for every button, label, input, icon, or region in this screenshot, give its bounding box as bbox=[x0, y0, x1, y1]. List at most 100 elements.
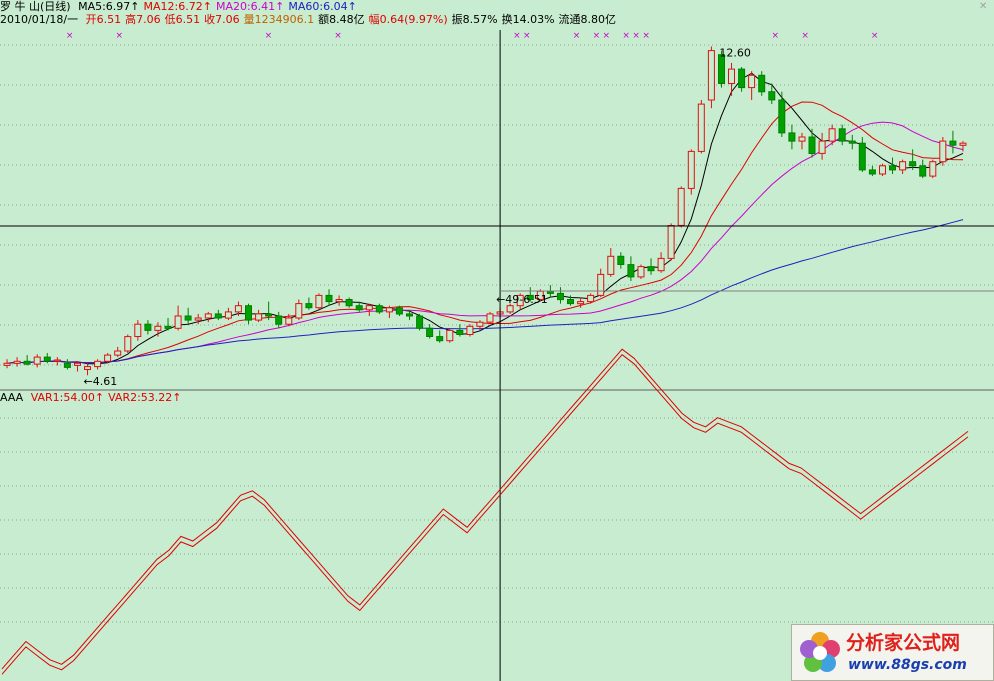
candle-down bbox=[546, 290, 554, 294]
indicator-name: AAA bbox=[0, 391, 24, 404]
candle-up bbox=[466, 325, 474, 335]
signal-marker: × bbox=[801, 31, 809, 41]
signal-marker: × bbox=[513, 31, 521, 41]
ma-line-ma5 bbox=[6, 72, 964, 365]
signal-marker: × bbox=[334, 31, 342, 41]
candle-down bbox=[265, 313, 273, 317]
candle-down bbox=[275, 315, 283, 325]
candle-up bbox=[104, 354, 112, 362]
candle-down bbox=[627, 264, 635, 278]
candle-down bbox=[567, 299, 574, 305]
candle-down bbox=[848, 140, 856, 144]
candle-up bbox=[899, 161, 907, 171]
candle-down bbox=[909, 161, 917, 167]
quote-label-2: 低6.51 bbox=[164, 13, 201, 26]
quote-header: 2010/01/18/一 开6.51 高7.06 低6.51 收7.06 量123490… bbox=[0, 13, 620, 26]
candle-up bbox=[74, 362, 81, 366]
candle-up bbox=[657, 257, 665, 272]
quote-values: 开6.51 高7.06 低6.51 收7.06 量1234906.1 额8.48亿 幅0.6… bbox=[86, 13, 620, 26]
candle-up bbox=[234, 305, 242, 313]
candle-down bbox=[245, 305, 252, 321]
candle-up bbox=[13, 360, 21, 364]
candle-down bbox=[889, 165, 896, 171]
quote-label-1: 高7.06 bbox=[125, 13, 161, 26]
candle-up bbox=[84, 366, 91, 371]
candle-down bbox=[43, 356, 51, 362]
candle-up bbox=[365, 305, 373, 311]
quote-label-5: 额8.48亿 bbox=[318, 13, 365, 26]
ma-legend: MA5:6.97↑ MA12:6.72↑ MA20:6.41↑ MA60:6.04↑ bbox=[78, 0, 361, 13]
candle-up bbox=[929, 161, 937, 177]
candle-up bbox=[124, 336, 132, 352]
candle-up bbox=[677, 187, 685, 226]
indicator-label-1: VAR2:53.22↑ bbox=[108, 391, 182, 404]
candle-up bbox=[697, 103, 705, 152]
candle-down bbox=[395, 307, 403, 315]
candle-up bbox=[255, 313, 263, 321]
ma-label-0: MA5:6.97↑ bbox=[78, 0, 140, 13]
quote-label-6: 幅0.64(9.97%) bbox=[368, 13, 448, 26]
watermark-title: 分析家公式网 bbox=[846, 632, 961, 654]
candle-down bbox=[949, 140, 957, 146]
candle-up bbox=[224, 311, 232, 319]
candle-down bbox=[919, 165, 927, 177]
candle-up bbox=[879, 165, 886, 175]
candle-up bbox=[476, 321, 484, 327]
quote-label-4: 量1234906.1 bbox=[243, 13, 315, 26]
quote-label-0: 开6.51 bbox=[85, 13, 122, 26]
candle-down bbox=[426, 327, 434, 337]
candle-up bbox=[385, 307, 393, 313]
candle-up bbox=[577, 301, 585, 305]
stock-name: 罗 牛 山(日线) bbox=[0, 0, 71, 13]
indicator-header: AAA VAR1:54.00↑ VAR2:53.22↑ bbox=[0, 391, 186, 404]
signal-marker: × bbox=[622, 31, 630, 41]
candle-up bbox=[194, 317, 202, 321]
candle-up bbox=[728, 68, 735, 84]
signal-marker: × bbox=[116, 31, 124, 41]
candle-down bbox=[305, 303, 313, 309]
candle-up bbox=[939, 140, 947, 163]
signal-marker: × bbox=[265, 31, 273, 41]
candle-up bbox=[335, 299, 343, 303]
indicator-values: VAR1:54.00↑ VAR2:53.22↑ bbox=[31, 391, 186, 404]
candle-up bbox=[798, 136, 806, 142]
signal-marker: × bbox=[66, 31, 74, 41]
ma-label-1: MA12:6.72↑ bbox=[143, 0, 212, 13]
candle-down bbox=[355, 305, 363, 311]
signal-marker: × bbox=[523, 31, 531, 41]
candle-up bbox=[174, 315, 182, 329]
candle-up bbox=[959, 142, 967, 146]
candle-down bbox=[557, 292, 564, 301]
candle-down bbox=[617, 255, 625, 265]
candle-up bbox=[446, 329, 454, 342]
quote-label-7: 振8.57% bbox=[451, 13, 498, 26]
candle-up bbox=[687, 150, 695, 189]
high-price-label: 12.60 bbox=[719, 47, 751, 60]
candle-down bbox=[436, 336, 444, 342]
chart-canvas[interactable]: × × × × × × × × × × × × × × ×12.60←4.61←49-6.51 bbox=[0, 0, 994, 681]
candle-up bbox=[597, 273, 605, 296]
candle-up bbox=[707, 50, 715, 101]
candle-up bbox=[94, 360, 102, 368]
candle-down bbox=[23, 360, 31, 365]
signal-marker: × bbox=[871, 31, 879, 41]
close-icon[interactable]: ✕ bbox=[979, 1, 987, 12]
quote-label-3: 收7.06 bbox=[204, 13, 240, 26]
quote-label-8: 换14.03% bbox=[501, 13, 555, 26]
signal-marker: × bbox=[593, 31, 601, 41]
candle-up bbox=[667, 225, 675, 259]
candle-up bbox=[818, 140, 826, 154]
signal-marker: × bbox=[632, 31, 640, 41]
candle-up bbox=[506, 305, 514, 313]
signal-marker: × bbox=[603, 31, 611, 41]
candle-up bbox=[587, 294, 595, 303]
candle-up bbox=[3, 362, 11, 366]
candle-down bbox=[768, 91, 776, 101]
candle-down bbox=[63, 362, 71, 368]
candle-up bbox=[53, 359, 61, 362]
cursor-label: ←49-6.51 bbox=[496, 293, 548, 306]
candle-down bbox=[868, 169, 876, 175]
watermark-url: www.88gs.com bbox=[848, 657, 967, 673]
flower-logo-icon bbox=[800, 632, 840, 672]
price-header: 罗 牛 山(日线) MA5:6.97↑ MA12:6.72↑ MA20:6.41↑ M… bbox=[0, 0, 361, 13]
